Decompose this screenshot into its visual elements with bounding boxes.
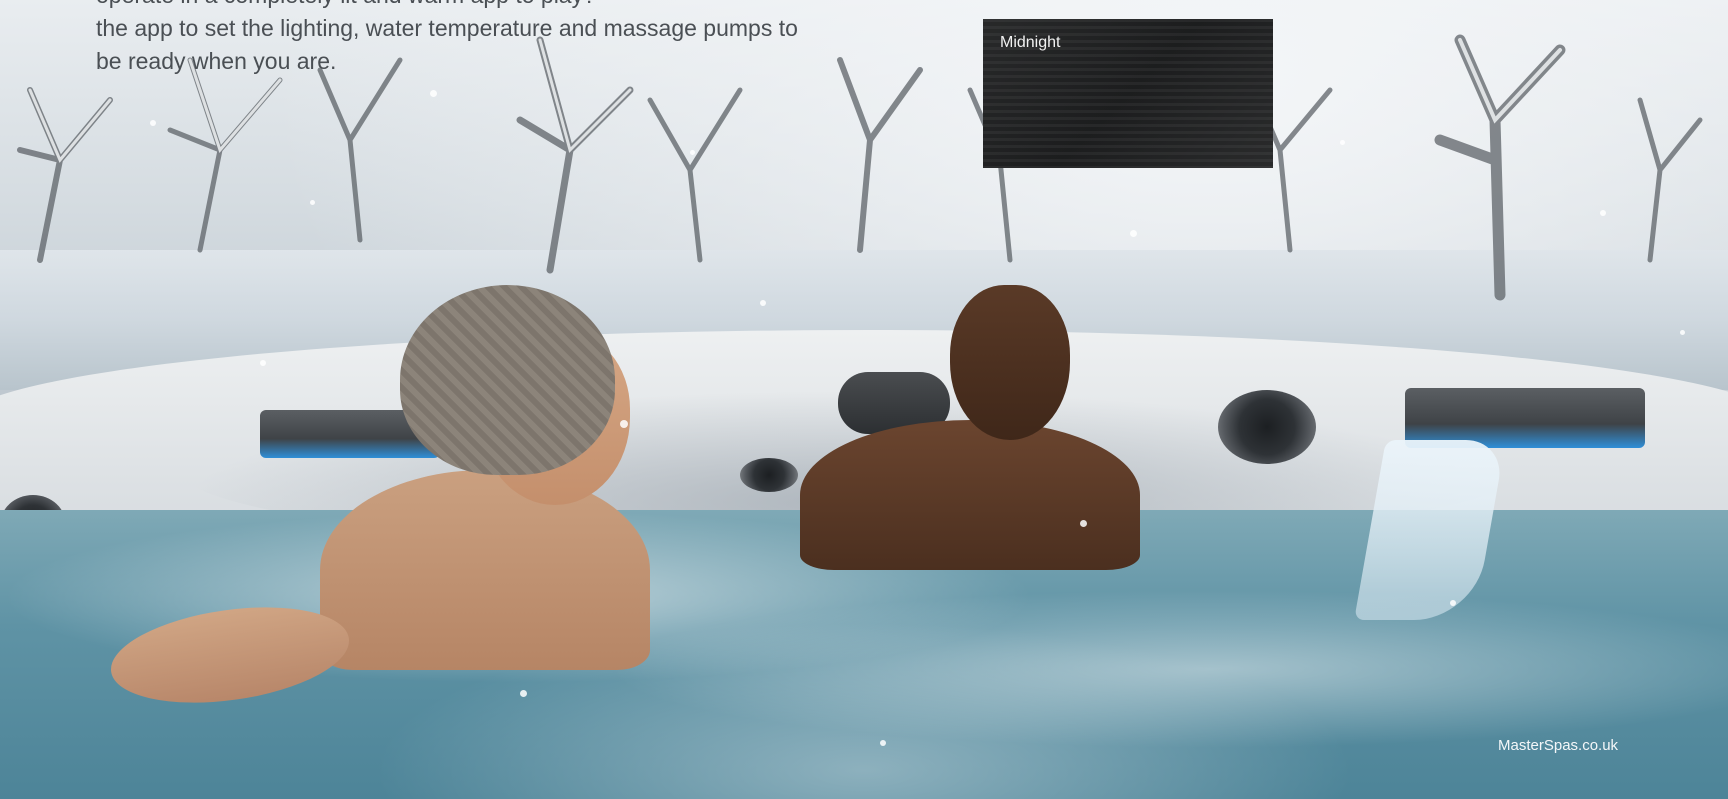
man-body	[800, 420, 1140, 570]
jet-right	[1218, 390, 1316, 464]
jet-center	[740, 458, 798, 492]
woman-body	[320, 470, 650, 670]
intro-text: operate in a completely lit and warm app…	[96, 0, 836, 78]
waterfall-lip-right	[1405, 388, 1645, 448]
website-url: MasterSpas.co.uk	[1498, 737, 1619, 754]
color-swatch-midnight: Midnight	[983, 19, 1273, 168]
man-face	[950, 285, 1070, 440]
intro-line-1: the app to set the lighting, water tempe…	[96, 15, 798, 41]
hero-photo	[0, 0, 1728, 799]
intro-line-cut: operate in a completely lit and warm app…	[96, 0, 836, 12]
knit-hat	[400, 285, 615, 475]
swatch-label: Midnight	[1000, 34, 1061, 51]
intro-line-2: be ready when you are.	[96, 48, 337, 74]
